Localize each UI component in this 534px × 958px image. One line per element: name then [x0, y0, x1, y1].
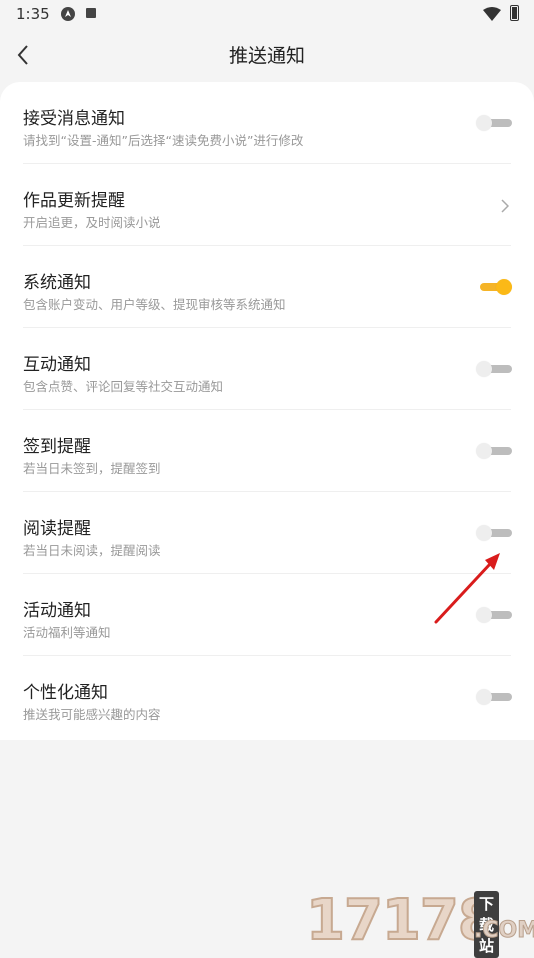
- chevron-right-icon: [501, 198, 510, 217]
- setting-description: 包含点赞、评论回复等社交互动通知: [23, 379, 224, 394]
- setting-title: 系统通知: [23, 273, 91, 293]
- checkin-reminder-toggle[interactable]: [476, 443, 512, 459]
- status-bar: 1:35: [0, 0, 534, 28]
- setting-title: 个性化通知: [23, 683, 108, 703]
- setting-description: 包含账户变动、用户等级、提现审核等系统通知: [23, 297, 286, 312]
- setting-title: 签到提醒: [23, 437, 91, 457]
- personalized-notification-toggle[interactable]: [476, 689, 512, 705]
- setting-row-personalized-notification[interactable]: 个性化通知 推送我可能感兴趣的内容: [0, 656, 534, 738]
- system-notification-toggle[interactable]: [476, 279, 512, 295]
- setting-row-message-notification[interactable]: 接受消息通知 请找到“设置-通知”后选择“速读免费小说”进行修改: [0, 82, 534, 164]
- reading-reminder-toggle[interactable]: [476, 525, 512, 541]
- setting-description: 开启追更，及时阅读小说: [23, 215, 161, 230]
- battery-icon: [510, 5, 519, 21]
- setting-description: 若当日未阅读，提醒阅读: [23, 543, 161, 558]
- wifi-icon: [483, 6, 501, 25]
- message-notification-toggle[interactable]: [476, 115, 512, 131]
- setting-title: 互动通知: [23, 355, 91, 375]
- status-time: 1:35: [16, 5, 50, 23]
- setting-title: 阅读提醒: [23, 519, 91, 539]
- setting-description: 若当日未签到，提醒签到: [23, 461, 161, 476]
- setting-row-work-update[interactable]: 作品更新提醒 开启追更，及时阅读小说: [0, 164, 534, 246]
- setting-description: 活动福利等通知: [23, 625, 111, 640]
- setting-description: 请找到“设置-通知”后选择“速读免费小说”进行修改: [23, 133, 304, 148]
- watermark-number: 17178: [305, 887, 498, 954]
- setting-row-system-notification[interactable]: 系统通知 包含账户变动、用户等级、提现审核等系统通知: [0, 246, 534, 328]
- page-title: 推送通知: [228, 45, 305, 67]
- setting-title: 作品更新提醒: [23, 191, 125, 211]
- settings-list: 接受消息通知 请找到“设置-通知”后选择“速读免费小说”进行修改 作品更新提醒 …: [0, 82, 534, 740]
- annotation-arrow-icon: [430, 548, 510, 632]
- title-bar: 推送通知: [0, 28, 534, 82]
- navigation-icon: [60, 6, 76, 26]
- setting-title: 接受消息通知: [23, 109, 125, 129]
- setting-title: 活动通知: [23, 601, 91, 621]
- setting-description: 推送我可能感兴趣的内容: [23, 707, 161, 722]
- setting-row-checkin-reminder[interactable]: 签到提醒 若当日未签到，提醒签到: [0, 410, 534, 492]
- setting-row-interaction-notification[interactable]: 互动通知 包含点赞、评论回复等社交互动通知: [0, 328, 534, 410]
- a-badge-icon: [86, 8, 96, 18]
- interaction-notification-toggle[interactable]: [476, 361, 512, 377]
- watermark-suffix: .COM: [473, 918, 534, 944]
